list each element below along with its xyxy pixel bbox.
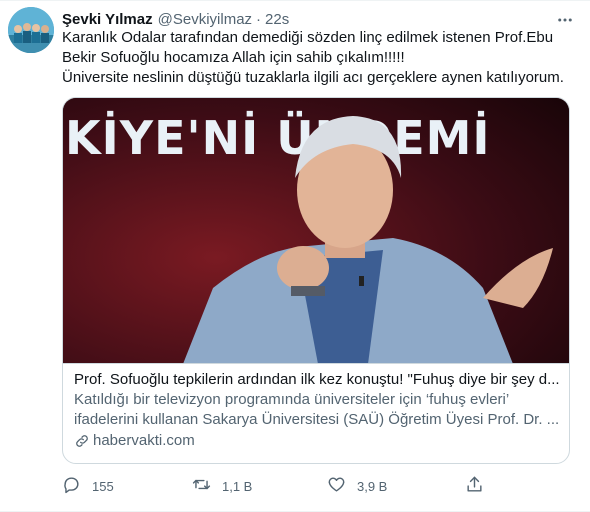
retweet-count: 1,1 B xyxy=(222,478,253,494)
like-button[interactable]: 3,9 B xyxy=(327,475,387,497)
user-handle[interactable]: @Sevkiyilmaz xyxy=(158,11,252,28)
tweet-text-line: Karanlık Odalar tarafından demediği sözd… xyxy=(62,29,554,46)
separator-dot: · xyxy=(256,10,262,28)
avatar[interactable] xyxy=(8,7,54,53)
display-name[interactable]: Şevki Yılmaz xyxy=(62,11,153,28)
link-icon xyxy=(74,433,90,449)
share-button[interactable] xyxy=(465,475,484,497)
reply-count: 155 xyxy=(92,478,114,494)
tweet-actions: 155 1,1 B 3,9 B xyxy=(62,475,552,497)
tweet-text-line: Bekir Sofuoğlu hocamıza Allah için sahib… xyxy=(62,49,405,66)
card-body: Prof. Sofuoğlu tepkilerin ardından ilk k… xyxy=(74,370,560,451)
tweet[interactable]: Şevki Yılmaz @Sevkiyilmaz · 22s Karanlık… xyxy=(0,0,590,512)
card-description: Katıldığı bir televizyon programında üni… xyxy=(74,390,560,430)
like-count: 3,9 B xyxy=(357,478,388,494)
card-image[interactable]: KİYE'Nİ ÜNDEMİ xyxy=(63,98,569,364)
share-icon xyxy=(465,475,484,497)
tweet-text: Karanlık Odalar tarafından demediği sözd… xyxy=(62,28,582,88)
retweet-icon xyxy=(192,475,211,497)
card-photo: KİYE'Nİ ÜNDEMİ xyxy=(63,98,569,363)
tweet-header: Şevki Yılmaz @Sevkiyilmaz · 22s xyxy=(62,8,289,30)
card-domain-text: habervakti.com xyxy=(93,432,195,449)
tweet-time[interactable]: 22s xyxy=(265,11,289,28)
card-title: Prof. Sofuoğlu tepkilerin ardından ilk k… xyxy=(74,371,560,388)
heart-icon xyxy=(327,475,346,497)
banner-text: KİYE'Nİ ÜNDEMİ xyxy=(65,111,491,165)
card-domain: habervakti.com xyxy=(74,431,560,451)
retweet-button[interactable]: 1,1 B xyxy=(192,475,252,497)
reply-button[interactable]: 155 xyxy=(62,475,114,497)
link-card[interactable]: KİYE'Nİ ÜNDEMİ Prof. Sofuoğlu tepkilerin… xyxy=(62,97,570,464)
reply-icon xyxy=(62,475,81,497)
tweet-text-line: Üniversite neslinin düştüğü tuzaklarla i… xyxy=(62,69,564,86)
card-description-line: ifadelerini kullanan Sakarya Üniversites… xyxy=(74,411,560,428)
card-description-line: Katıldığı bir televizyon programında üni… xyxy=(74,391,510,408)
group-photo-avatar-icon xyxy=(8,7,54,53)
